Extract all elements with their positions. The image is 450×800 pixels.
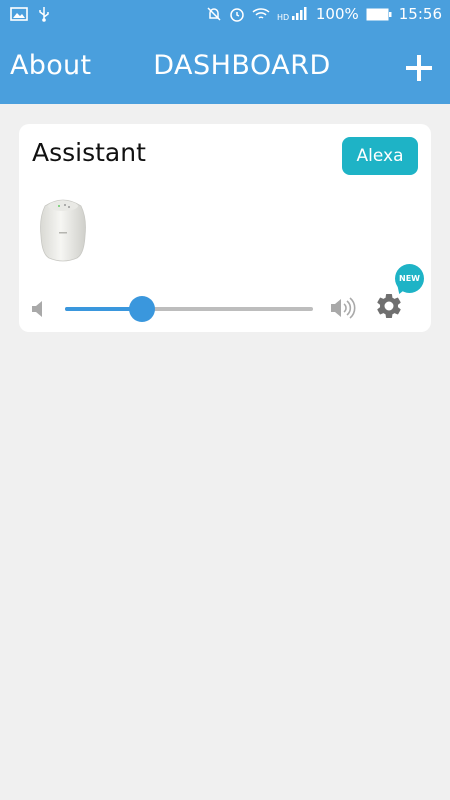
battery-percent: 100%	[315, 5, 359, 23]
svg-text:HD: HD	[277, 13, 289, 21]
device-card[interactable]: Assistant Alexa NEW	[19, 124, 431, 332]
smart-speaker-image	[40, 199, 86, 262]
volume-high-icon[interactable]	[329, 296, 357, 320]
app-bar: HD 100% 15:56 About DASHBOARD	[0, 0, 450, 104]
plus-icon[interactable]	[406, 55, 432, 81]
mute-icon	[207, 7, 221, 21]
volume-low-icon[interactable]	[30, 300, 48, 318]
new-badge: NEW	[395, 264, 424, 293]
clock: 15:56	[398, 5, 442, 23]
hd-signal-icon: HD	[277, 7, 307, 21]
usb-icon	[39, 7, 49, 22]
battery-icon	[366, 8, 392, 20]
gear-icon[interactable]	[374, 291, 404, 321]
volume-slider[interactable]	[65, 296, 313, 322]
slider-thumb[interactable]	[128, 296, 155, 322]
alarm-icon	[230, 8, 244, 22]
wifi-icon	[252, 8, 270, 19]
device-name: Assistant	[32, 138, 146, 167]
status-bar: HD 100% 15:56	[0, 0, 450, 30]
page-title: DASHBOARD	[153, 50, 331, 81]
image-icon	[10, 7, 28, 21]
alexa-button[interactable]: Alexa	[342, 137, 418, 175]
